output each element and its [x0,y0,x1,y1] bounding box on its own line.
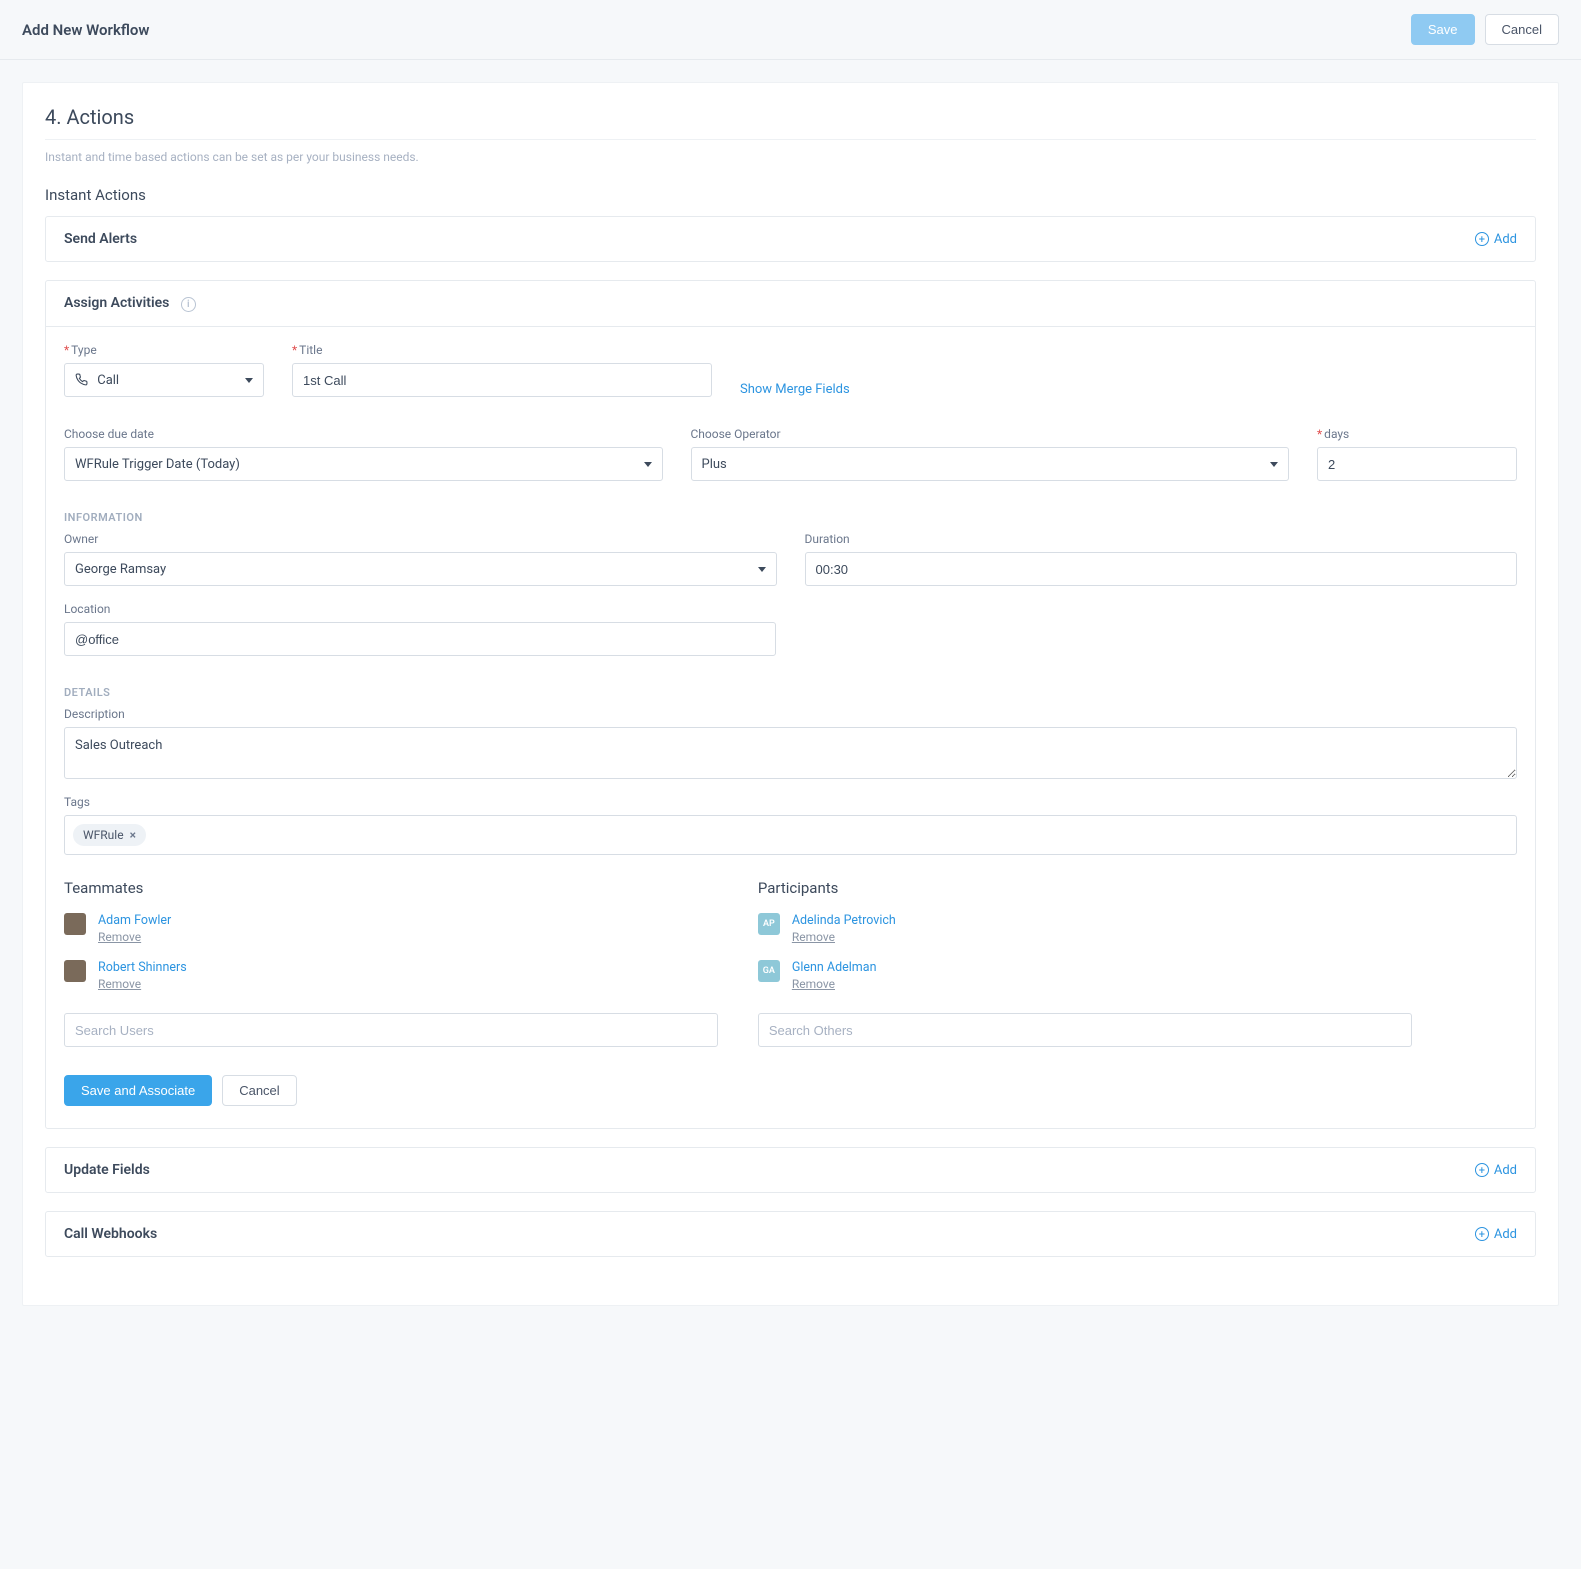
save-button[interactable]: Save [1411,14,1475,45]
type-select[interactable]: Call [64,363,264,397]
list-item: GA Glenn Adelman Remove [758,960,1412,991]
call-webhooks-label: Call Webhooks [64,1226,157,1242]
send-alerts-card: Send Alerts + Add [45,216,1536,262]
send-alerts-add-button[interactable]: + Add [1475,232,1517,247]
list-item: AP Adelinda Petrovich Remove [758,913,1412,944]
search-others-input[interactable] [758,1013,1412,1047]
owner-label: Owner [64,532,777,546]
duration-label: Duration [805,532,1518,546]
top-bar: Add New Workflow Save Cancel [0,0,1581,60]
caret-icon [758,567,766,572]
instant-actions-heading: Instant Actions [45,186,1536,204]
send-alerts-label: Send Alerts [64,231,137,247]
type-label: Type [64,343,264,357]
info-icon[interactable]: i [181,297,196,312]
update-fields-add-button[interactable]: + Add [1475,1163,1517,1178]
cancel-button[interactable]: Cancel [1485,14,1559,45]
plus-icon: + [1475,1163,1489,1177]
due-date-label: Choose due date [64,427,663,441]
operator-label: Choose Operator [691,427,1290,441]
participant-link[interactable]: Glenn Adelman [792,960,877,975]
show-merge-fields-link[interactable]: Show Merge Fields [740,360,850,397]
section-title: 4. Actions [45,105,1536,140]
remove-link[interactable]: Remove [792,977,877,991]
participant-link[interactable]: Adelinda Petrovich [792,913,896,928]
list-item: Robert Shinners Remove [64,960,718,991]
remove-tag-icon[interactable]: × [130,828,136,842]
section-subtitle: Instant and time based actions can be se… [45,150,1536,164]
teammate-link[interactable]: Robert Shinners [98,960,187,975]
phone-icon [75,373,88,386]
title-input[interactable] [292,363,712,397]
teammates-column: Teammates Adam Fowler Remove Robert S [64,879,718,1047]
due-date-select[interactable]: WFRule Trigger Date (Today) [64,447,663,481]
remove-link[interactable]: Remove [792,930,896,944]
call-webhooks-card: Call Webhooks + Add [45,1211,1536,1257]
location-input[interactable] [64,622,776,656]
plus-icon: + [1475,1227,1489,1241]
teammates-title: Teammates [64,879,718,897]
avatar [64,960,86,982]
description-textarea[interactable] [64,727,1517,779]
avatar: GA [758,960,780,982]
add-label: Add [1494,1227,1517,1242]
search-users-input[interactable] [64,1013,718,1047]
remove-link[interactable]: Remove [98,977,187,991]
main-panel: 4. Actions Instant and time based action… [22,82,1559,1306]
cancel-activity-button[interactable]: Cancel [222,1075,296,1106]
tags-input[interactable]: WFRule × [64,815,1517,855]
owner-select[interactable]: George Ramsay [64,552,777,586]
location-label: Location [64,602,776,616]
tag-chip: WFRule × [73,824,146,846]
call-webhooks-add-button[interactable]: + Add [1475,1227,1517,1242]
add-label: Add [1494,1163,1517,1178]
avatar [64,913,86,935]
plus-icon: + [1475,232,1489,246]
avatar: AP [758,913,780,935]
update-fields-card: Update Fields + Add [45,1147,1536,1193]
teammate-link[interactable]: Adam Fowler [98,913,171,928]
caret-icon [1270,462,1278,467]
add-label: Add [1494,232,1517,247]
assign-activities-label: Assign Activities i [64,295,196,312]
details-group-label: DETAILS [64,686,1517,699]
remove-link[interactable]: Remove [98,930,171,944]
caret-icon [644,462,652,467]
days-input[interactable] [1317,447,1517,481]
update-fields-label: Update Fields [64,1162,150,1178]
title-label: Title [292,343,712,357]
participants-column: Participants AP Adelinda Petrovich Remov… [758,879,1412,1047]
save-and-associate-button[interactable]: Save and Associate [64,1075,212,1106]
description-label: Description [64,707,1517,721]
participants-title: Participants [758,879,1412,897]
operator-select[interactable]: Plus [691,447,1290,481]
assign-activities-card: Assign Activities i Type Call [45,280,1536,1129]
caret-icon [245,378,253,383]
days-label: days [1317,427,1517,441]
page-title: Add New Workflow [22,21,149,39]
tags-label: Tags [64,795,1517,809]
information-group-label: INFORMATION [64,511,1517,524]
list-item: Adam Fowler Remove [64,913,718,944]
topbar-actions: Save Cancel [1411,14,1559,45]
duration-input[interactable] [805,552,1518,586]
